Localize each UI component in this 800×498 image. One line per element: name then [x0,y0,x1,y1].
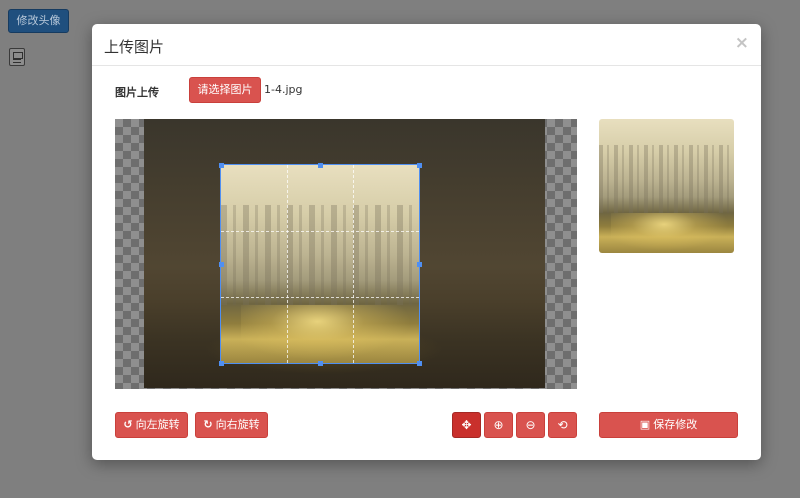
crop-guide-horizontal [221,297,419,298]
crop-handle-ne[interactable] [417,163,422,168]
move-icon: ✥ [461,418,472,432]
save-document-icon [9,48,25,66]
crop-guide-vertical [353,165,354,363]
zoom-in-icon: ⊕ [493,418,504,432]
save-changes-label: 保存修改 [653,418,698,431]
rotate-left-icon: ↺ [123,418,133,431]
crop-guide-vertical [287,165,288,363]
crop-handle-nw[interactable] [219,163,224,168]
reset-icon: ⟲ [557,418,568,432]
file-name: 1-4.jpg [264,83,303,96]
avatar-preview [599,119,734,253]
upload-image-modal: 上传图片 × 图片上传 请选择图片 1-4.jpg ↺ 向左旋转 ↻ 向右旋转 … [92,24,761,460]
preview-skyline [599,145,734,213]
choose-image-button[interactable]: 请选择图片 [189,77,261,103]
crop-handle-se[interactable] [417,361,422,366]
crop-box[interactable] [219,163,422,366]
crop-handle-w[interactable] [219,262,224,267]
rotate-right-label: 向右旋转 [215,418,260,431]
move-button[interactable]: ✥ [452,412,481,438]
rotate-right-icon: ↻ [203,418,213,431]
save-icon: ▣ [639,418,651,431]
water-reflection [241,305,411,360]
close-icon[interactable]: × [735,33,749,53]
zoom-out-icon: ⊖ [525,418,536,432]
crop-handle-sw[interactable] [219,361,224,366]
edit-avatar-button[interactable]: 修改头像 [8,9,69,33]
rotate-right-button[interactable]: ↻ 向右旋转 [195,412,268,438]
upload-label: 图片上传 [115,86,159,99]
modal-title: 上传图片 [104,38,165,56]
crop-handle-e[interactable] [417,262,422,267]
preview-reflection [611,213,729,251]
reset-button[interactable]: ⟲ [548,412,577,438]
modal-header: 上传图片 × [92,24,761,66]
save-changes-button[interactable]: ▣ 保存修改 [599,412,738,438]
zoom-in-button[interactable]: ⊕ [484,412,513,438]
crop-guide-horizontal [221,231,419,232]
skyline [221,205,419,305]
crop-canvas[interactable] [115,119,577,389]
source-image [144,119,545,388]
crop-handle-s[interactable] [318,361,323,366]
rotate-left-button[interactable]: ↺ 向左旋转 [115,412,188,438]
rotate-left-label: 向左旋转 [135,418,180,431]
crop-handle-n[interactable] [318,163,323,168]
zoom-out-button[interactable]: ⊖ [516,412,545,438]
